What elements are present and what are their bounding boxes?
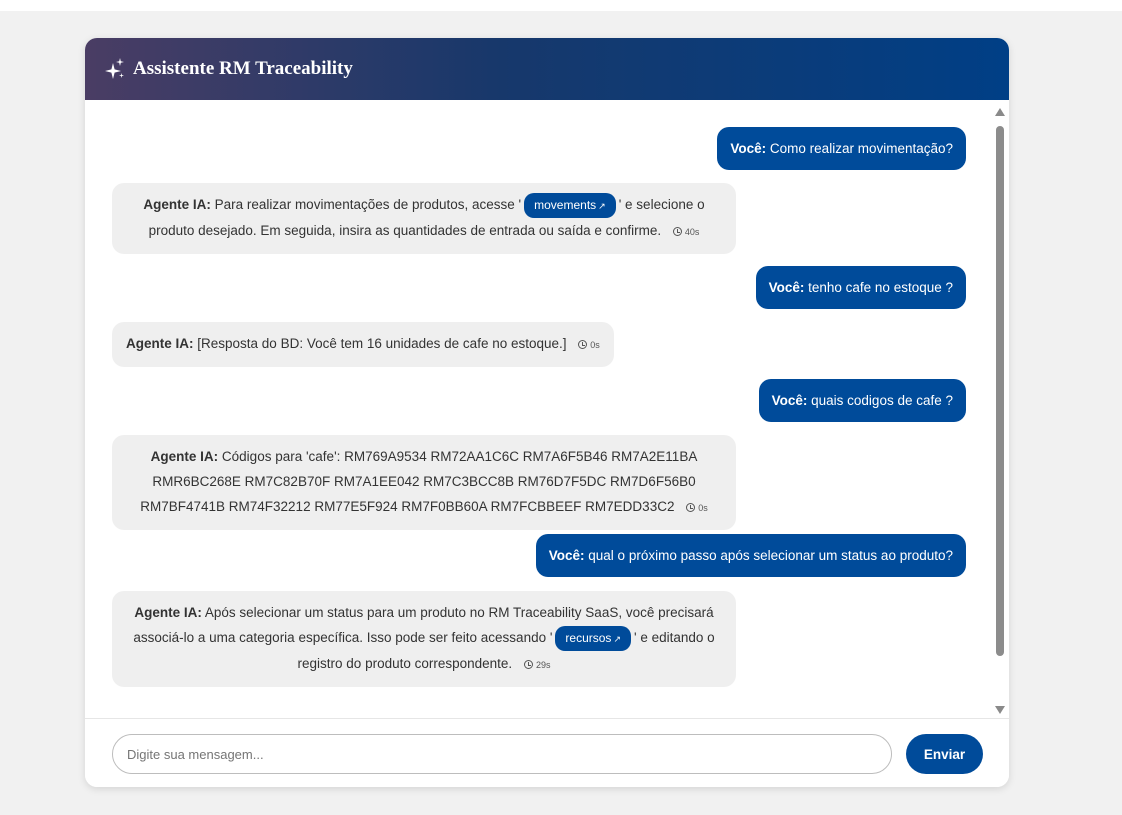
response-time: 0s — [578, 340, 600, 350]
response-time-value: 0s — [698, 503, 708, 513]
user-prefix: Você: — [768, 280, 805, 295]
user-message-text: quais codigos de cafe ? — [811, 393, 953, 408]
agent-message-text: Para realizar movimentações de produtos,… — [214, 197, 522, 212]
external-link-icon: ↗ — [613, 634, 621, 644]
movements-link[interactable]: movements ↗ — [524, 193, 616, 218]
response-time: 40s — [672, 227, 700, 237]
movements-link-label: movements — [534, 198, 597, 212]
agent-message: Agente IA: Após selecionar um status par… — [112, 591, 736, 687]
agent-message: Agente IA: [Resposta do BD: Você tem 16 … — [112, 322, 614, 367]
chat-window: Assistente RM Traceability Você: Como re… — [85, 38, 1009, 787]
clock-icon — [686, 503, 696, 512]
scroll-up-arrow-icon[interactable] — [995, 108, 1005, 116]
chat-title: Assistente RM Traceability — [133, 58, 353, 79]
agent-prefix: Agente IA: — [134, 605, 202, 620]
send-button[interactable]: Enviar — [906, 734, 983, 774]
user-message-text: tenho cafe no estoque ? — [808, 280, 953, 295]
user-prefix: Você: — [771, 393, 808, 408]
user-prefix: Você: — [548, 548, 585, 563]
user-message-text: qual o próximo passo após selecionar um … — [588, 548, 953, 563]
recursos-link[interactable]: recursos ↗ — [555, 626, 631, 651]
response-time-value: 40s — [684, 227, 700, 237]
sparkles-icon — [105, 57, 125, 81]
scrollbar[interactable] — [993, 108, 1007, 714]
response-time: 29s — [523, 660, 551, 670]
chat-header: Assistente RM Traceability — [85, 38, 1009, 100]
user-message: Você: Como realizar movimentação? — [717, 127, 966, 170]
user-message: Você: quais codigos de cafe ? — [758, 379, 966, 422]
agent-prefix: Agente IA: — [143, 197, 211, 212]
clock-icon — [523, 660, 533, 669]
user-message: Você: qual o próximo passo após selecion… — [535, 534, 966, 577]
user-message-text: Como realizar movimentação? — [769, 141, 953, 156]
message-input[interactable] — [112, 734, 892, 774]
user-message: Você: tenho cafe no estoque ? — [755, 266, 966, 309]
response-time-value: 29s — [535, 660, 551, 670]
top-strip — [0, 0, 1122, 11]
agent-message: Agente IA: Códigos para 'cafe': RM769A95… — [112, 435, 736, 530]
response-time-value: 0s — [590, 340, 600, 350]
scroll-down-arrow-icon[interactable] — [995, 706, 1005, 714]
message-list[interactable]: Você: Como realizar movimentação? Agente… — [85, 100, 1009, 718]
response-time: 0s — [686, 503, 708, 513]
agent-prefix: Agente IA: — [150, 449, 219, 464]
agent-message: Agente IA: Para realizar movimentações d… — [112, 183, 736, 254]
chat-footer: Enviar — [85, 718, 1009, 787]
agent-message-text: Códigos para 'cafe': RM769A9534 RM72AA1C… — [140, 449, 698, 514]
clock-icon — [672, 227, 682, 236]
scrollbar-thumb[interactable] — [996, 126, 1004, 656]
clock-icon — [578, 340, 588, 349]
external-link-icon: ↗ — [598, 201, 606, 211]
recursos-link-label: recursos — [565, 631, 612, 645]
agent-prefix: Agente IA: — [126, 336, 194, 351]
agent-message-text: [Resposta do BD: Você tem 16 unidades de… — [197, 336, 567, 351]
user-prefix: Você: — [730, 141, 767, 156]
